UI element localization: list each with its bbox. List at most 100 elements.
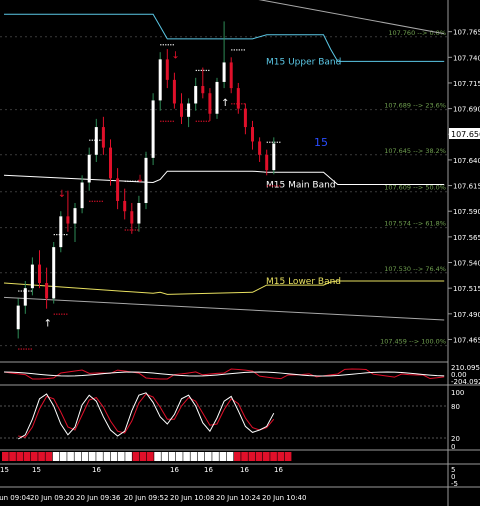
histogram-segment (212, 452, 219, 461)
histogram-tick-label: 16 (92, 466, 101, 474)
histogram-segment (154, 452, 161, 461)
support-dot (53, 313, 55, 315)
resistance-dot (162, 44, 164, 46)
resistance-dot (160, 44, 162, 46)
support-dot (129, 229, 131, 231)
price-tick-label: 107.465 (453, 336, 480, 344)
price-tick-label: 107.515 (453, 285, 480, 293)
band-label: M15 Main Band (266, 181, 336, 191)
candle-body (66, 216, 70, 224)
histogram-tick-label: 16 (274, 466, 283, 474)
resistance-dot (30, 290, 32, 292)
histogram-tick-label: 16 (240, 466, 249, 474)
bottom-label-bottom: -5 (451, 480, 458, 488)
histogram-segment (168, 452, 176, 461)
support-dot (89, 200, 91, 202)
histogram-segment (219, 452, 227, 461)
histogram-segment (147, 452, 154, 461)
candle-body (123, 200, 127, 212)
price-tick-label: 107.490 (453, 311, 480, 319)
histogram-segment (241, 452, 248, 461)
support-dot (160, 120, 162, 122)
resistance-dot (53, 234, 55, 236)
candle-body (251, 127, 254, 142)
candle-body (243, 108, 247, 128)
mid-label: 15 (314, 136, 328, 149)
histogram-segment (23, 452, 31, 461)
histogram-segment (89, 452, 96, 461)
resistance-dot (129, 180, 131, 182)
support-dot (56, 313, 58, 315)
histogram-segment (255, 452, 263, 461)
resistance-dot (208, 69, 210, 72)
resistance-dot (266, 141, 268, 143)
support-dot (137, 229, 139, 231)
resistance-dot (238, 49, 240, 51)
support-dot (170, 120, 172, 122)
support-dot (233, 103, 235, 105)
support-dot (205, 120, 207, 122)
fib-level-label: 107.645 --> 38.2% (384, 147, 446, 155)
support-dot (231, 103, 233, 105)
candle-body (172, 79, 176, 104)
time-tick-label: 20 Jun 09:20 (30, 494, 74, 502)
histogram-segment (74, 452, 82, 461)
candle-body (236, 88, 240, 109)
support-dot (63, 313, 65, 315)
support-dot (23, 348, 25, 350)
candle-body (45, 283, 49, 299)
support-dot (96, 200, 98, 202)
support-dot (20, 348, 22, 350)
candle-body (87, 154, 91, 183)
candle-body (201, 86, 205, 94)
candle-body (222, 62, 226, 82)
resistance-dot (233, 49, 235, 51)
fib-level-label: 107.530 --> 76.4% (384, 265, 446, 273)
resistance-dot (18, 290, 20, 292)
support-dot (243, 103, 245, 105)
support-dot (203, 120, 205, 122)
support-dot (127, 229, 129, 231)
histogram-segment (139, 452, 147, 461)
histogram-segment (81, 452, 89, 461)
band-label: M15 Upper Band (266, 57, 341, 67)
resistance-dot (269, 141, 271, 143)
candle-body (215, 81, 219, 114)
price-tick-label: 107.565 (453, 234, 480, 242)
candle-body (109, 147, 112, 179)
candle-body (73, 208, 77, 224)
support-dot (198, 120, 200, 122)
histogram-segment (96, 452, 103, 461)
resistance-dot (99, 139, 101, 141)
current-price-label: 107.656 (451, 130, 480, 139)
resistance-dot (124, 180, 126, 182)
price-tick-label: 107.540 (453, 260, 480, 268)
trading-chart[interactable]: 107.760 --> 0.0%107.689 --> 23.6%107.645… (0, 0, 480, 506)
price-tick-label: 107.615 (453, 183, 480, 191)
resistance-dot (165, 44, 167, 46)
candle-body (229, 62, 233, 89)
histogram-segment (161, 452, 169, 461)
histogram-tick-label: 15 (32, 466, 41, 474)
support-dot (18, 348, 20, 350)
support-dot (66, 313, 68, 315)
resistance-dot (63, 234, 65, 236)
time-tick-label: 20 Jun 10:08 (170, 494, 214, 502)
candle-body (158, 59, 162, 101)
histogram-tick-label: 15 (0, 466, 9, 474)
support-dot (99, 200, 101, 202)
histogram-segment (190, 452, 198, 461)
support-dot (279, 185, 281, 187)
support-dot (276, 185, 278, 187)
time-tick-label: 20 Jun 09:52 (124, 494, 168, 502)
candle-body (165, 59, 169, 80)
time-tick-label: 20 Jun 09:36 (76, 494, 121, 502)
histogram-segment (52, 452, 60, 461)
histogram-segment (9, 452, 16, 461)
histogram-segment (16, 452, 24, 461)
candle-body (272, 143, 276, 171)
support-dot (134, 229, 136, 231)
sell-arrow-icon: ↓ (171, 51, 179, 62)
candle-body (208, 93, 212, 114)
candle-body (101, 127, 105, 148)
